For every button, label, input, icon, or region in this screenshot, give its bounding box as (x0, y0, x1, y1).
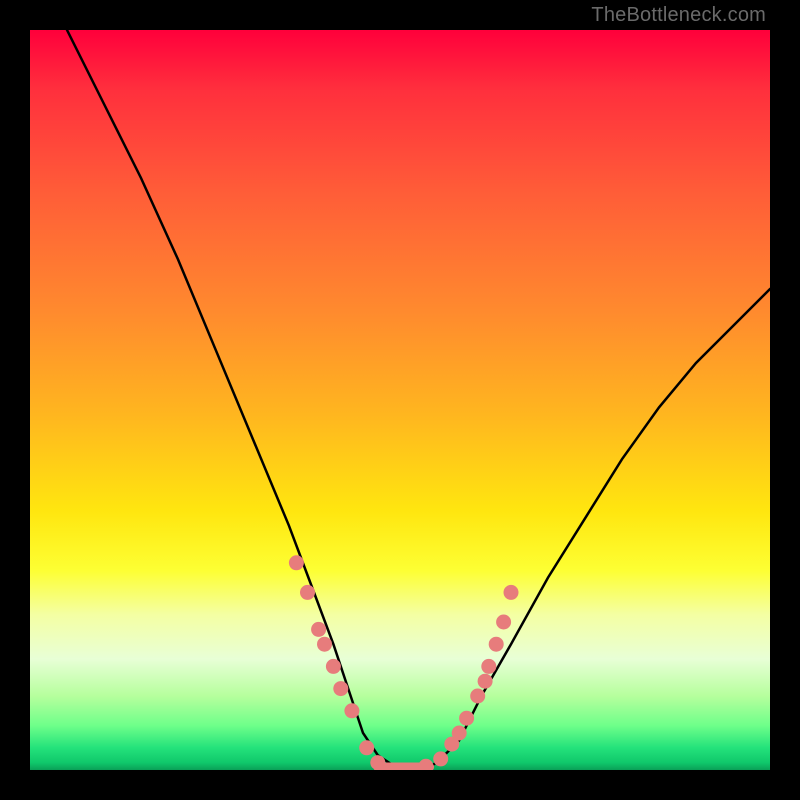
curve-svg (30, 30, 770, 770)
marker-dots (289, 555, 519, 770)
watermark-text: TheBottleneck.com (591, 4, 766, 27)
marker-dot (452, 726, 467, 741)
marker-dot (418, 759, 433, 770)
marker-dot (478, 674, 493, 689)
marker-dot (433, 751, 448, 766)
bottleneck-curve (67, 30, 770, 770)
marker-dot (481, 659, 496, 674)
marker-dot (311, 622, 326, 637)
marker-dot (370, 755, 385, 770)
marker-dot (496, 615, 511, 630)
chart-frame: TheBottleneck.com (0, 0, 800, 800)
marker-dot (470, 689, 485, 704)
marker-dot (326, 659, 341, 674)
marker-dot (344, 703, 359, 718)
marker-dot (359, 740, 374, 755)
marker-dot (333, 681, 348, 696)
marker-dot (317, 637, 332, 652)
marker-dot (504, 585, 519, 600)
marker-dot (459, 711, 474, 726)
marker-dot (300, 585, 315, 600)
marker-dot (489, 637, 504, 652)
marker-dot (289, 555, 304, 570)
plot-area (30, 30, 770, 770)
